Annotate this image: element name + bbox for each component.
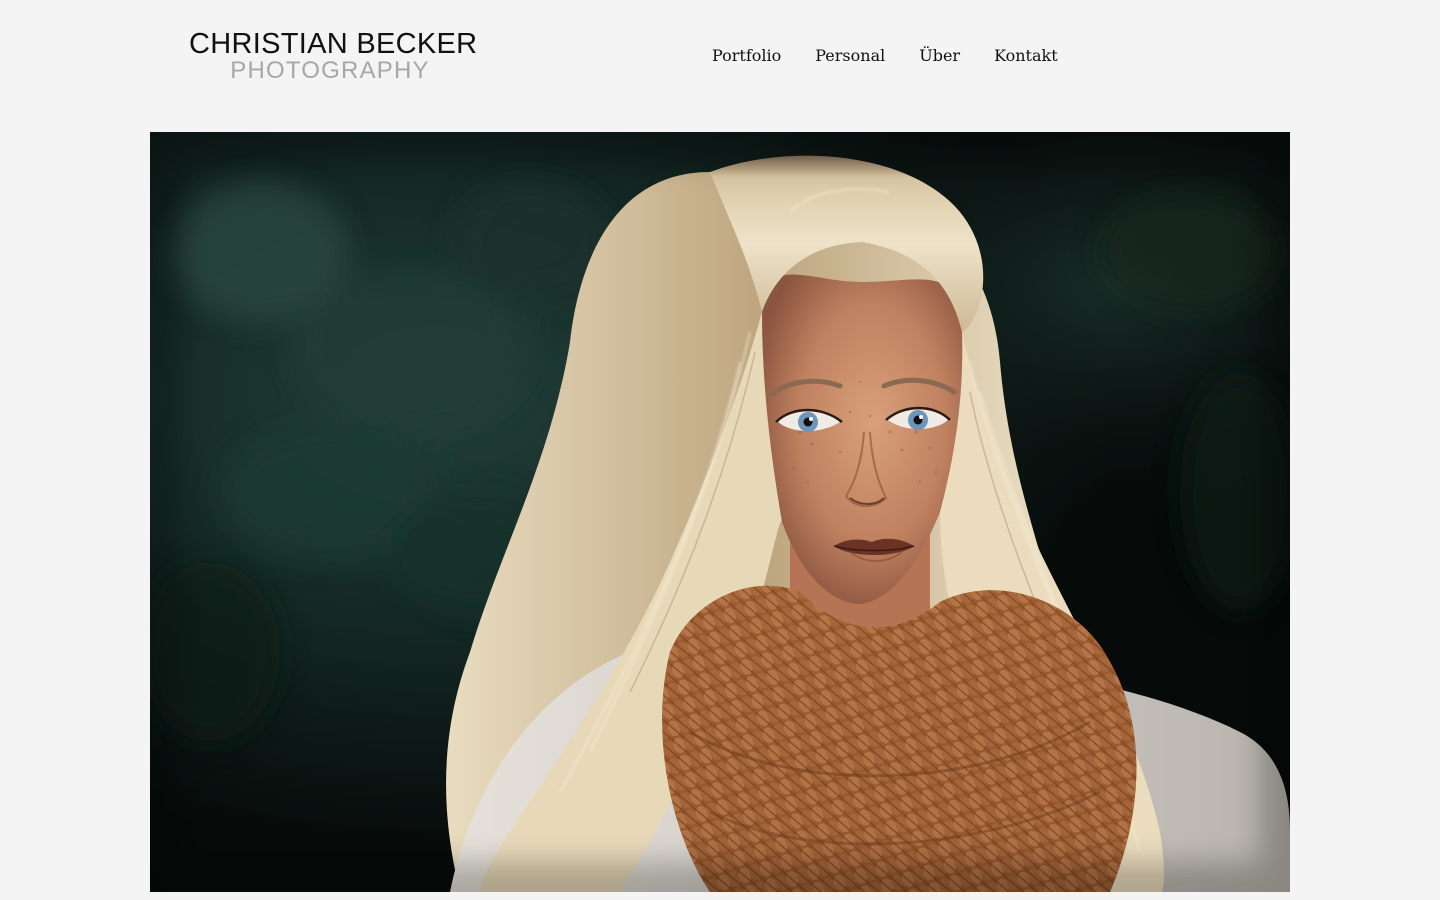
nav-item-portfolio[interactable]: Portfolio xyxy=(712,45,781,67)
nav-item-kontakt[interactable]: Kontakt xyxy=(994,45,1058,67)
logo-name: CHRISTIAN BECKER xyxy=(189,28,478,60)
hero-image[interactable] xyxy=(150,132,1290,892)
portrait-photo xyxy=(150,132,1290,892)
nav-item-uber[interactable]: Über xyxy=(919,45,960,67)
page: CHRISTIAN BECKER PHOTOGRAPHY Portfolio P… xyxy=(0,0,1440,900)
main-nav: Portfolio Personal Über Kontakt xyxy=(712,45,1058,67)
logo-tagline: PHOTOGRAPHY xyxy=(230,57,430,84)
site-logo[interactable]: CHRISTIAN BECKER PHOTOGRAPHY xyxy=(189,28,478,84)
nav-item-personal[interactable]: Personal xyxy=(815,45,885,67)
